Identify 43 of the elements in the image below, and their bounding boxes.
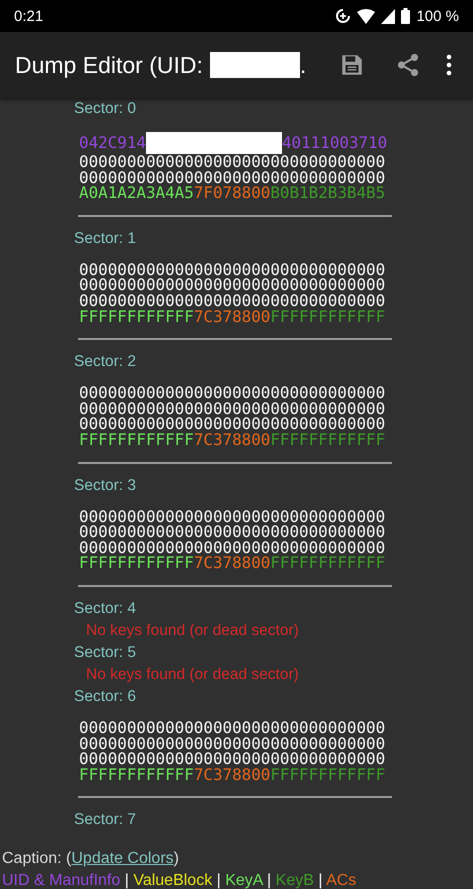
- hex-line: 00000000000000000000000000000000: [79, 416, 386, 432]
- hex-line: 00000000000000000000000000000000: [79, 170, 386, 186]
- hex-line: FFFFFFFFFFFF7C378800FFFFFFFFFFFF: [79, 555, 386, 571]
- hex-text: 042C914: [79, 135, 146, 151]
- hex-line: 00000000000000000000000000000000: [79, 385, 386, 401]
- sector-label: Sector: 0: [74, 99, 138, 119]
- update-colors-link[interactable]: Update Colors: [71, 848, 174, 870]
- error-message: No keys found (or dead sector): [85, 664, 300, 685]
- sector-label: Sector: 6: [74, 686, 138, 707]
- app-title: Dump Editor (UID:: [15, 52, 203, 78]
- hex-line: FFFFFFFFFFFF7C378800FFFFFFFFFFFF: [79, 308, 386, 324]
- hex-line: FFFFFFFFFFFF7C378800FFFFFFFFFFFF: [79, 432, 386, 448]
- hex-line: 00000000000000000000000000000000: [79, 400, 386, 416]
- hex-line: 00000000000000000000000000000000: [79, 508, 386, 524]
- hex-line: 00000000000000000000000000000000: [79, 751, 386, 767]
- sector-label: Sector: 7: [74, 810, 138, 830]
- hex-line: 00000000000000000000000000000000: [79, 154, 386, 170]
- signal-icon: [381, 8, 396, 24]
- hex-line: FFFFFFFFFFFF7C378800FFFFFFFFFFFF: [79, 766, 386, 782]
- hex-text: 40111003710: [282, 135, 388, 151]
- sector-label: Sector: 1: [74, 228, 138, 249]
- hex-line: 00000000000000000000000000000000: [79, 524, 386, 540]
- clock-time: 0:21: [14, 8, 44, 24]
- caption-label: Caption: (: [2, 849, 72, 869]
- hex-line: 00000000000000000000000000000000: [79, 292, 386, 309]
- hex-line: 00000000000000000000000000000000: [79, 277, 386, 293]
- caption-label: ): [174, 849, 179, 869]
- sector-label: Sector: 5: [74, 642, 138, 663]
- error-message: No keys found (or dead sector): [85, 620, 300, 641]
- wifi-icon: [357, 8, 376, 24]
- hex-line: 00000000000000000000000000000000: [79, 720, 386, 736]
- app-title: .: [300, 52, 306, 78]
- battery-percent: 100 %: [416, 8, 459, 24]
- hex-line: 00000000000000000000000000000000: [79, 540, 386, 556]
- battery-icon: [401, 8, 410, 24]
- hex-line: 00000000000000000000000000000000: [79, 262, 386, 278]
- sector-label: Sector: 4: [74, 598, 138, 619]
- hex-line: A0A1A2A3A4A57F078800B0B1B2B3B4B5: [79, 185, 386, 201]
- data-saver-icon: [335, 8, 352, 24]
- sector-label: Sector: 2: [74, 352, 138, 372]
- sector-label: Sector: 3: [74, 476, 138, 496]
- color-legend: UID & ManufInfo | ValueBlock | KeyA | KeyB | ACs: [2, 870, 473, 889]
- hex-line: 00000000000000000000000000000000: [79, 736, 386, 752]
